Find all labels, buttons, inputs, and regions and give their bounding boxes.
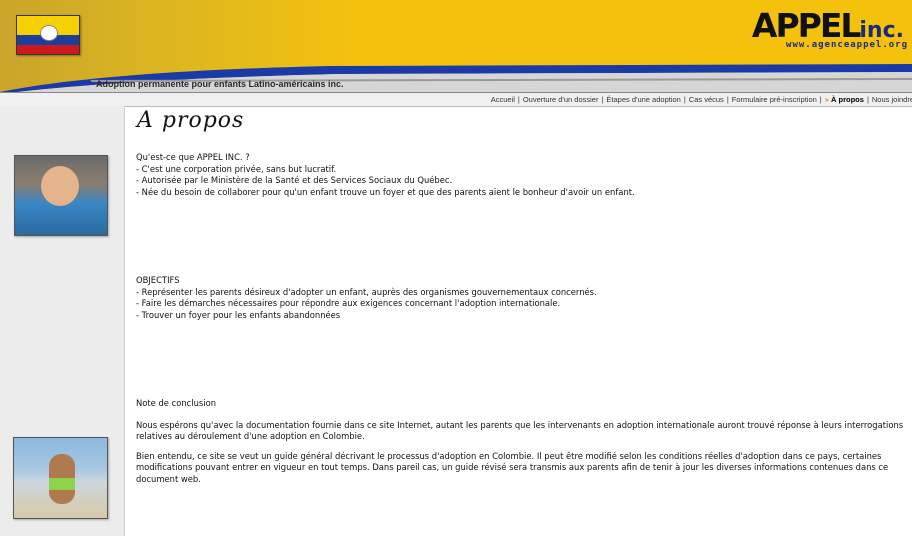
conclusion-section: Note de conclusion Nous espérons qu'avec… [136,398,910,486]
objective-line: - Faire les démarches nécessaires pour r… [136,298,561,309]
site-tagline: Adoption permanente pour enfants Latino-… [96,79,344,89]
objective-line: - Trouver un foyer pour les enfants aban… [136,309,341,320]
top-navigation: Accueil | Ouverture d'un dossier | Étapes d'… [0,92,912,107]
left-sidebar [0,106,125,536]
nav-item-ouverture[interactable]: Ouverture d'un dossier [523,95,599,104]
baby-photo [14,155,108,236]
intro-section: Qu'est-ce que APPEL INC. ? - C'est une c… [136,152,910,198]
conclusion-paragraph-2: Bien entendu, ce site se veut un guide g… [136,450,889,484]
child-beach-photo [13,437,108,519]
page-title: A propos [137,108,245,133]
objective-line: - Représenter les parents désireux d'ado… [136,286,597,297]
header-banner: APPELinc. www.agenceappel.org Adoption p… [0,0,912,92]
current-page-marker-icon: » [824,95,829,104]
nav-item-etapes[interactable]: Étapes d'une adoption [606,95,680,104]
objectives-heading: OBJECTIFS [136,275,180,285]
conclusion-heading: Note de conclusion [136,398,217,408]
intro-line: - Née du besoin de collaborer pour qu'un… [136,186,635,197]
objectives-section: OBJECTIFS - Représenter les parents dési… [136,275,910,321]
intro-line: - C'est une corporation privée, sans but… [136,163,337,174]
nav-item-accueil[interactable]: Accueil [491,95,515,104]
logo-url: www.agenceappel.org [786,40,908,50]
intro-line: - Autorisée par le Ministère de la Santé… [136,175,453,186]
nav-item-cas-vecus[interactable]: Cas vécus [689,95,724,104]
nav-item-nous-joindre[interactable]: Nous joindre [872,95,912,104]
nav-item-a-propos[interactable]: À propos [831,95,864,104]
intro-heading: Qu'est-ce que APPEL INC. ? [136,152,250,162]
colombia-flag-icon [16,15,80,55]
nav-item-formulaire[interactable]: Formulaire pré-inscription [732,95,817,104]
conclusion-paragraph-1: Nous espérons qu'avec la documentation f… [136,419,904,442]
coat-of-arms-icon [40,25,58,41]
